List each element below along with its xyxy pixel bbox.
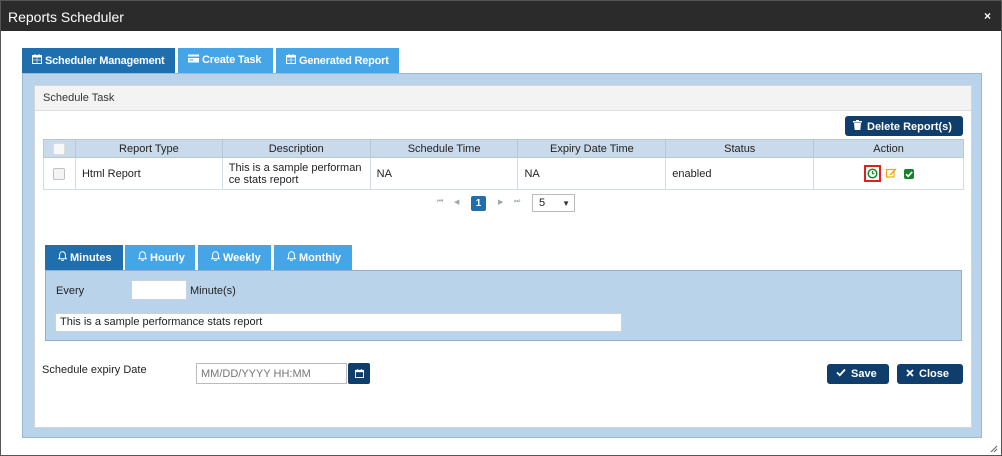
- column-header: Status: [665, 139, 815, 158]
- bell-icon: [137, 251, 148, 264]
- calendar-icon: [354, 368, 364, 379]
- tab-label: Weekly: [223, 252, 261, 264]
- bell-icon: [286, 251, 297, 264]
- tab-label: Create Task: [202, 54, 262, 66]
- schedule-time-cell: NA: [369, 157, 519, 190]
- reports-scheduler-dialog: Reports Scheduler × Scheduler Management…: [0, 0, 1002, 456]
- description-line: This is a sample performan: [228, 161, 362, 174]
- tab-hourly[interactable]: Hourly: [125, 245, 195, 270]
- save-button[interactable]: Save: [827, 364, 889, 384]
- tab-label: Scheduler Management: [45, 55, 165, 67]
- trash-icon: [853, 120, 862, 133]
- title-bar: Reports Scheduler ×: [1, 1, 1001, 31]
- main-tab-panel: Schedule Task Delete Report(s) Report Ty…: [22, 73, 982, 438]
- delete-reports-button[interactable]: Delete Report(s): [845, 116, 963, 136]
- calendar-icon: [32, 54, 42, 67]
- minutes-input[interactable]: [131, 280, 187, 300]
- row-checkbox[interactable]: [53, 167, 66, 180]
- tab-create-task[interactable]: Create Task: [178, 48, 273, 73]
- first-page-icon[interactable]: ⏮: [437, 198, 443, 206]
- tab-monthly[interactable]: Monthly: [274, 245, 352, 270]
- page-size-select[interactable]: 5 ▼: [532, 194, 575, 212]
- tab-label: Generated Report: [299, 55, 389, 67]
- row-select-cell: [43, 157, 76, 190]
- bell-icon: [210, 251, 221, 264]
- table-header-row: Report Type Description Schedule Time Ex…: [43, 139, 964, 158]
- schedule-expiry-label: Schedule expiry Date: [42, 364, 147, 376]
- description-input[interactable]: This is a sample performance stats repor…: [55, 313, 622, 332]
- select-all-checkbox[interactable]: [53, 142, 66, 155]
- dialog-title: Reports Scheduler: [8, 9, 124, 25]
- description-cell: This is a sample performan ce stats repo…: [221, 157, 371, 190]
- column-header: Expiry Date Time: [517, 139, 667, 158]
- tab-label: Monthly: [299, 252, 342, 264]
- schedule-task-panel: Schedule Task Delete Report(s) Report Ty…: [34, 85, 972, 428]
- page-size-value: 5: [539, 197, 546, 209]
- column-header: Report Type: [74, 139, 223, 158]
- tab-scheduler-management[interactable]: Scheduler Management: [22, 48, 175, 73]
- expiry-date-input[interactable]: [196, 363, 347, 384]
- bell-icon: [57, 251, 68, 264]
- tab-generated-report[interactable]: Generated Report: [276, 48, 399, 73]
- column-header: Schedule Time: [369, 139, 519, 158]
- check-icon: [836, 368, 846, 380]
- column-header: Action: [813, 139, 964, 158]
- close-label: Close: [919, 368, 949, 380]
- chevron-down-icon: ▼: [562, 199, 570, 208]
- minutes-panel: Every Minute(s) This is a sample perform…: [45, 270, 962, 341]
- description-line: ce stats report: [228, 173, 299, 186]
- table-row: Html Report This is a sample performan c…: [43, 157, 964, 190]
- every-label: Every: [56, 285, 85, 297]
- expiry-date-time-cell: NA: [517, 157, 667, 190]
- section-header: Schedule Task: [35, 86, 971, 111]
- tab-minutes[interactable]: Minutes: [45, 245, 123, 270]
- tab-weekly[interactable]: Weekly: [198, 245, 271, 270]
- column-header: Description: [221, 139, 371, 158]
- action-cell: [813, 157, 964, 190]
- clock-icon[interactable]: [863, 165, 881, 182]
- check-icon[interactable]: [903, 168, 914, 179]
- save-label: Save: [851, 368, 877, 380]
- delete-reports-label: Delete Report(s): [867, 121, 952, 133]
- select-all-header: [43, 139, 76, 158]
- prev-page-icon[interactable]: ◀: [454, 198, 459, 206]
- calendar-button[interactable]: [348, 363, 370, 384]
- section-title: Schedule Task: [43, 92, 115, 104]
- minutes-unit-label: Minute(s): [190, 285, 236, 297]
- tab-label: Minutes: [70, 252, 112, 264]
- resize-grip-icon[interactable]: [990, 444, 998, 453]
- status-cell: enabled: [665, 157, 815, 190]
- next-page-icon[interactable]: ▶: [498, 198, 503, 206]
- tab-label: Hourly: [150, 252, 185, 264]
- close-icon: [906, 368, 914, 380]
- current-page-number[interactable]: 1: [471, 196, 486, 211]
- schedule-table: Report Type Description Schedule Time Ex…: [43, 139, 964, 190]
- card-icon: [188, 54, 199, 66]
- edit-icon[interactable]: [885, 167, 897, 181]
- close-icon[interactable]: ×: [984, 9, 991, 23]
- close-button[interactable]: Close: [897, 364, 963, 384]
- report-type-cell: Html Report: [74, 157, 223, 190]
- calendar-icon: [286, 54, 296, 67]
- last-page-icon[interactable]: ⏭: [514, 198, 520, 206]
